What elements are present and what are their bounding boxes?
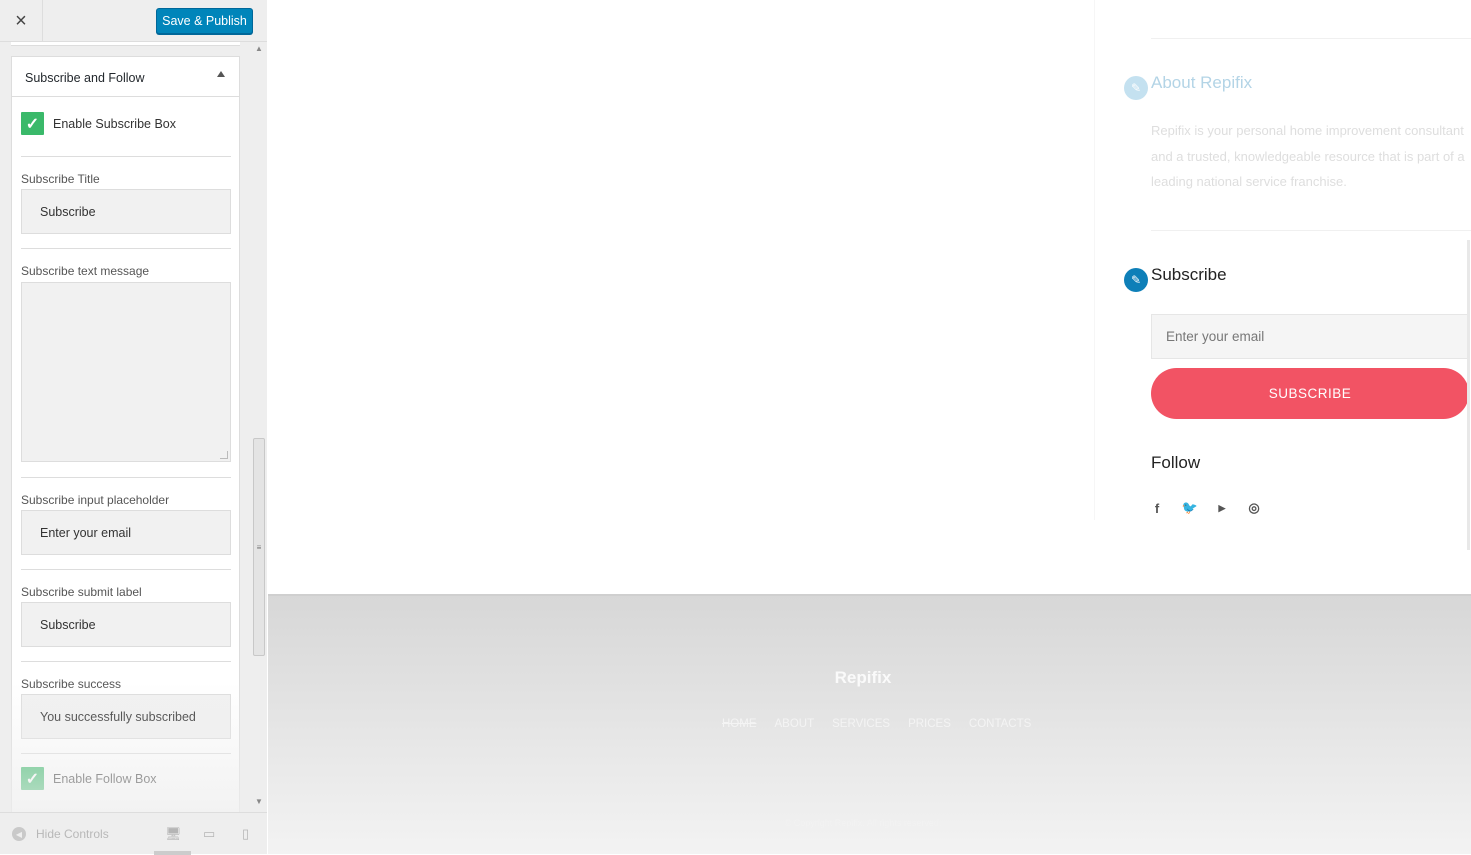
close-icon[interactable]: × <box>0 0 43 42</box>
scrollbar-thumb[interactable]: ≡ <box>253 438 265 656</box>
customizer-header: × Save & Publish <box>0 0 267 42</box>
success-input[interactable]: You successfully subscribed <box>21 694 231 739</box>
section-title: Subscribe and Follow <box>25 71 145 85</box>
youtube-icon[interactable]: ▶ <box>1214 500 1230 516</box>
enable-follow-checkbox[interactable]: ✓ <box>21 767 44 790</box>
footer-nav-home[interactable]: HOME <box>722 718 757 730</box>
submit-label-input[interactable]: Subscribe <box>21 602 231 647</box>
hide-controls-label: Hide Controls <box>36 827 109 841</box>
about-widget-title: About Repifix <box>1151 73 1253 92</box>
pencil-icon: ✎ <box>1124 268 1148 292</box>
active-device-indicator <box>154 851 191 855</box>
resize-handle-icon[interactable] <box>220 451 228 459</box>
collapse-circle-icon: ◀ <box>12 827 26 841</box>
save-publish-button[interactable]: Save & Publish <box>156 8 253 34</box>
previous-section-edge <box>11 42 240 46</box>
section-header-subscribe-follow[interactable]: Subscribe and Follow <box>11 56 240 97</box>
customizer-controls-scroll[interactable]: Subscribe and Follow ✓ Enable Subscribe … <box>0 42 267 812</box>
divider <box>21 661 231 662</box>
footer-brand: Repifix <box>834 668 892 687</box>
site-preview[interactable]: ✎ About Repifix Repifix is your personal… <box>268 0 1471 854</box>
footer-nav-prices[interactable]: PRICES <box>908 718 951 730</box>
collapse-arrow-icon[interactable] <box>217 71 225 77</box>
subscribe-widget-title: Subscribe <box>1151 265 1227 284</box>
subscribe-title-label: Subscribe Title <box>21 172 100 186</box>
footer-nav-contacts[interactable]: CONTACTS <box>969 718 1031 730</box>
subscribe-text-label: Subscribe text message <box>21 264 150 278</box>
enable-subscribe-checkbox[interactable]: ✓ <box>21 112 44 135</box>
divider <box>21 477 231 478</box>
customizer-scrollbar[interactable]: ▲ ≡ ▼ <box>252 42 267 812</box>
desktop-preview-icon[interactable]: 🖥 <box>165 826 182 842</box>
submit-label-label: Subscribe submit label <box>21 585 142 599</box>
divider <box>21 569 231 570</box>
section-controls: ✓ Enable Subscribe Box Subscribe Title S… <box>11 97 240 812</box>
subscribe-email-input[interactable]: Enter your email <box>1151 314 1469 359</box>
facebook-icon[interactable]: f <box>1149 500 1165 516</box>
follow-widget-title: Follow <box>1151 453 1201 472</box>
placeholder-input[interactable]: Enter your email <box>21 510 231 555</box>
tablet-preview-icon[interactable]: ▭ <box>203 826 215 842</box>
divider <box>21 753 231 754</box>
placeholder-label: Subscribe input placeholder <box>21 493 170 507</box>
divider <box>21 156 231 157</box>
customizer-sidebar: × Save & Publish Subscribe and Follow ✓ … <box>0 0 267 855</box>
widget-divider <box>1151 230 1471 231</box>
customizer-footer: ◀ Hide Controls 🖥 ▭ ▯ <box>0 812 267 855</box>
enable-follow-control[interactable]: ✓ Enable Follow Box <box>21 767 157 790</box>
footer-copyright: © Copyright Repifix. All rights reserved… <box>784 818 942 828</box>
scroll-down-icon[interactable]: ▼ <box>255 797 263 806</box>
enable-subscribe-control[interactable]: ✓ Enable Subscribe Box <box>21 112 176 135</box>
footer-nav-services[interactable]: SERVICES <box>832 718 890 730</box>
subscribe-text-textarea[interactable] <box>21 282 231 462</box>
subscribe-title-input[interactable]: Subscribe <box>21 189 231 234</box>
footer-nav: HOME ABOUT SERVICES PRICES CONTACTS <box>722 718 1031 730</box>
twitter-icon[interactable]: 🐦 <box>1182 500 1198 516</box>
enable-follow-label: Enable Follow Box <box>53 771 157 786</box>
preview-scrollbar[interactable] <box>1467 240 1470 550</box>
footer-nav-about[interactable]: ABOUT <box>775 718 815 730</box>
subscribe-button[interactable]: SUBSCRIBE <box>1151 368 1469 419</box>
scroll-up-icon[interactable]: ▲ <box>255 44 263 53</box>
site-sidebar: ✎ About Repifix Repifix is your personal… <box>1094 0 1471 520</box>
site-footer: Repifix HOME ABOUT SERVICES PRICES CONTA… <box>268 594 1471 854</box>
success-label: Subscribe success <box>21 677 122 691</box>
divider <box>21 248 231 249</box>
pencil-icon: ✎ <box>1124 76 1148 100</box>
instagram-icon[interactable]: ◎ <box>1246 500 1262 516</box>
widget-divider <box>1151 38 1471 39</box>
mobile-preview-icon[interactable]: ▯ <box>242 826 249 842</box>
about-widget-text: Repifix is your personal home improvemen… <box>1151 123 1465 189</box>
hide-controls-button[interactable]: ◀ Hide Controls <box>12 827 109 841</box>
enable-subscribe-label: Enable Subscribe Box <box>53 116 176 131</box>
